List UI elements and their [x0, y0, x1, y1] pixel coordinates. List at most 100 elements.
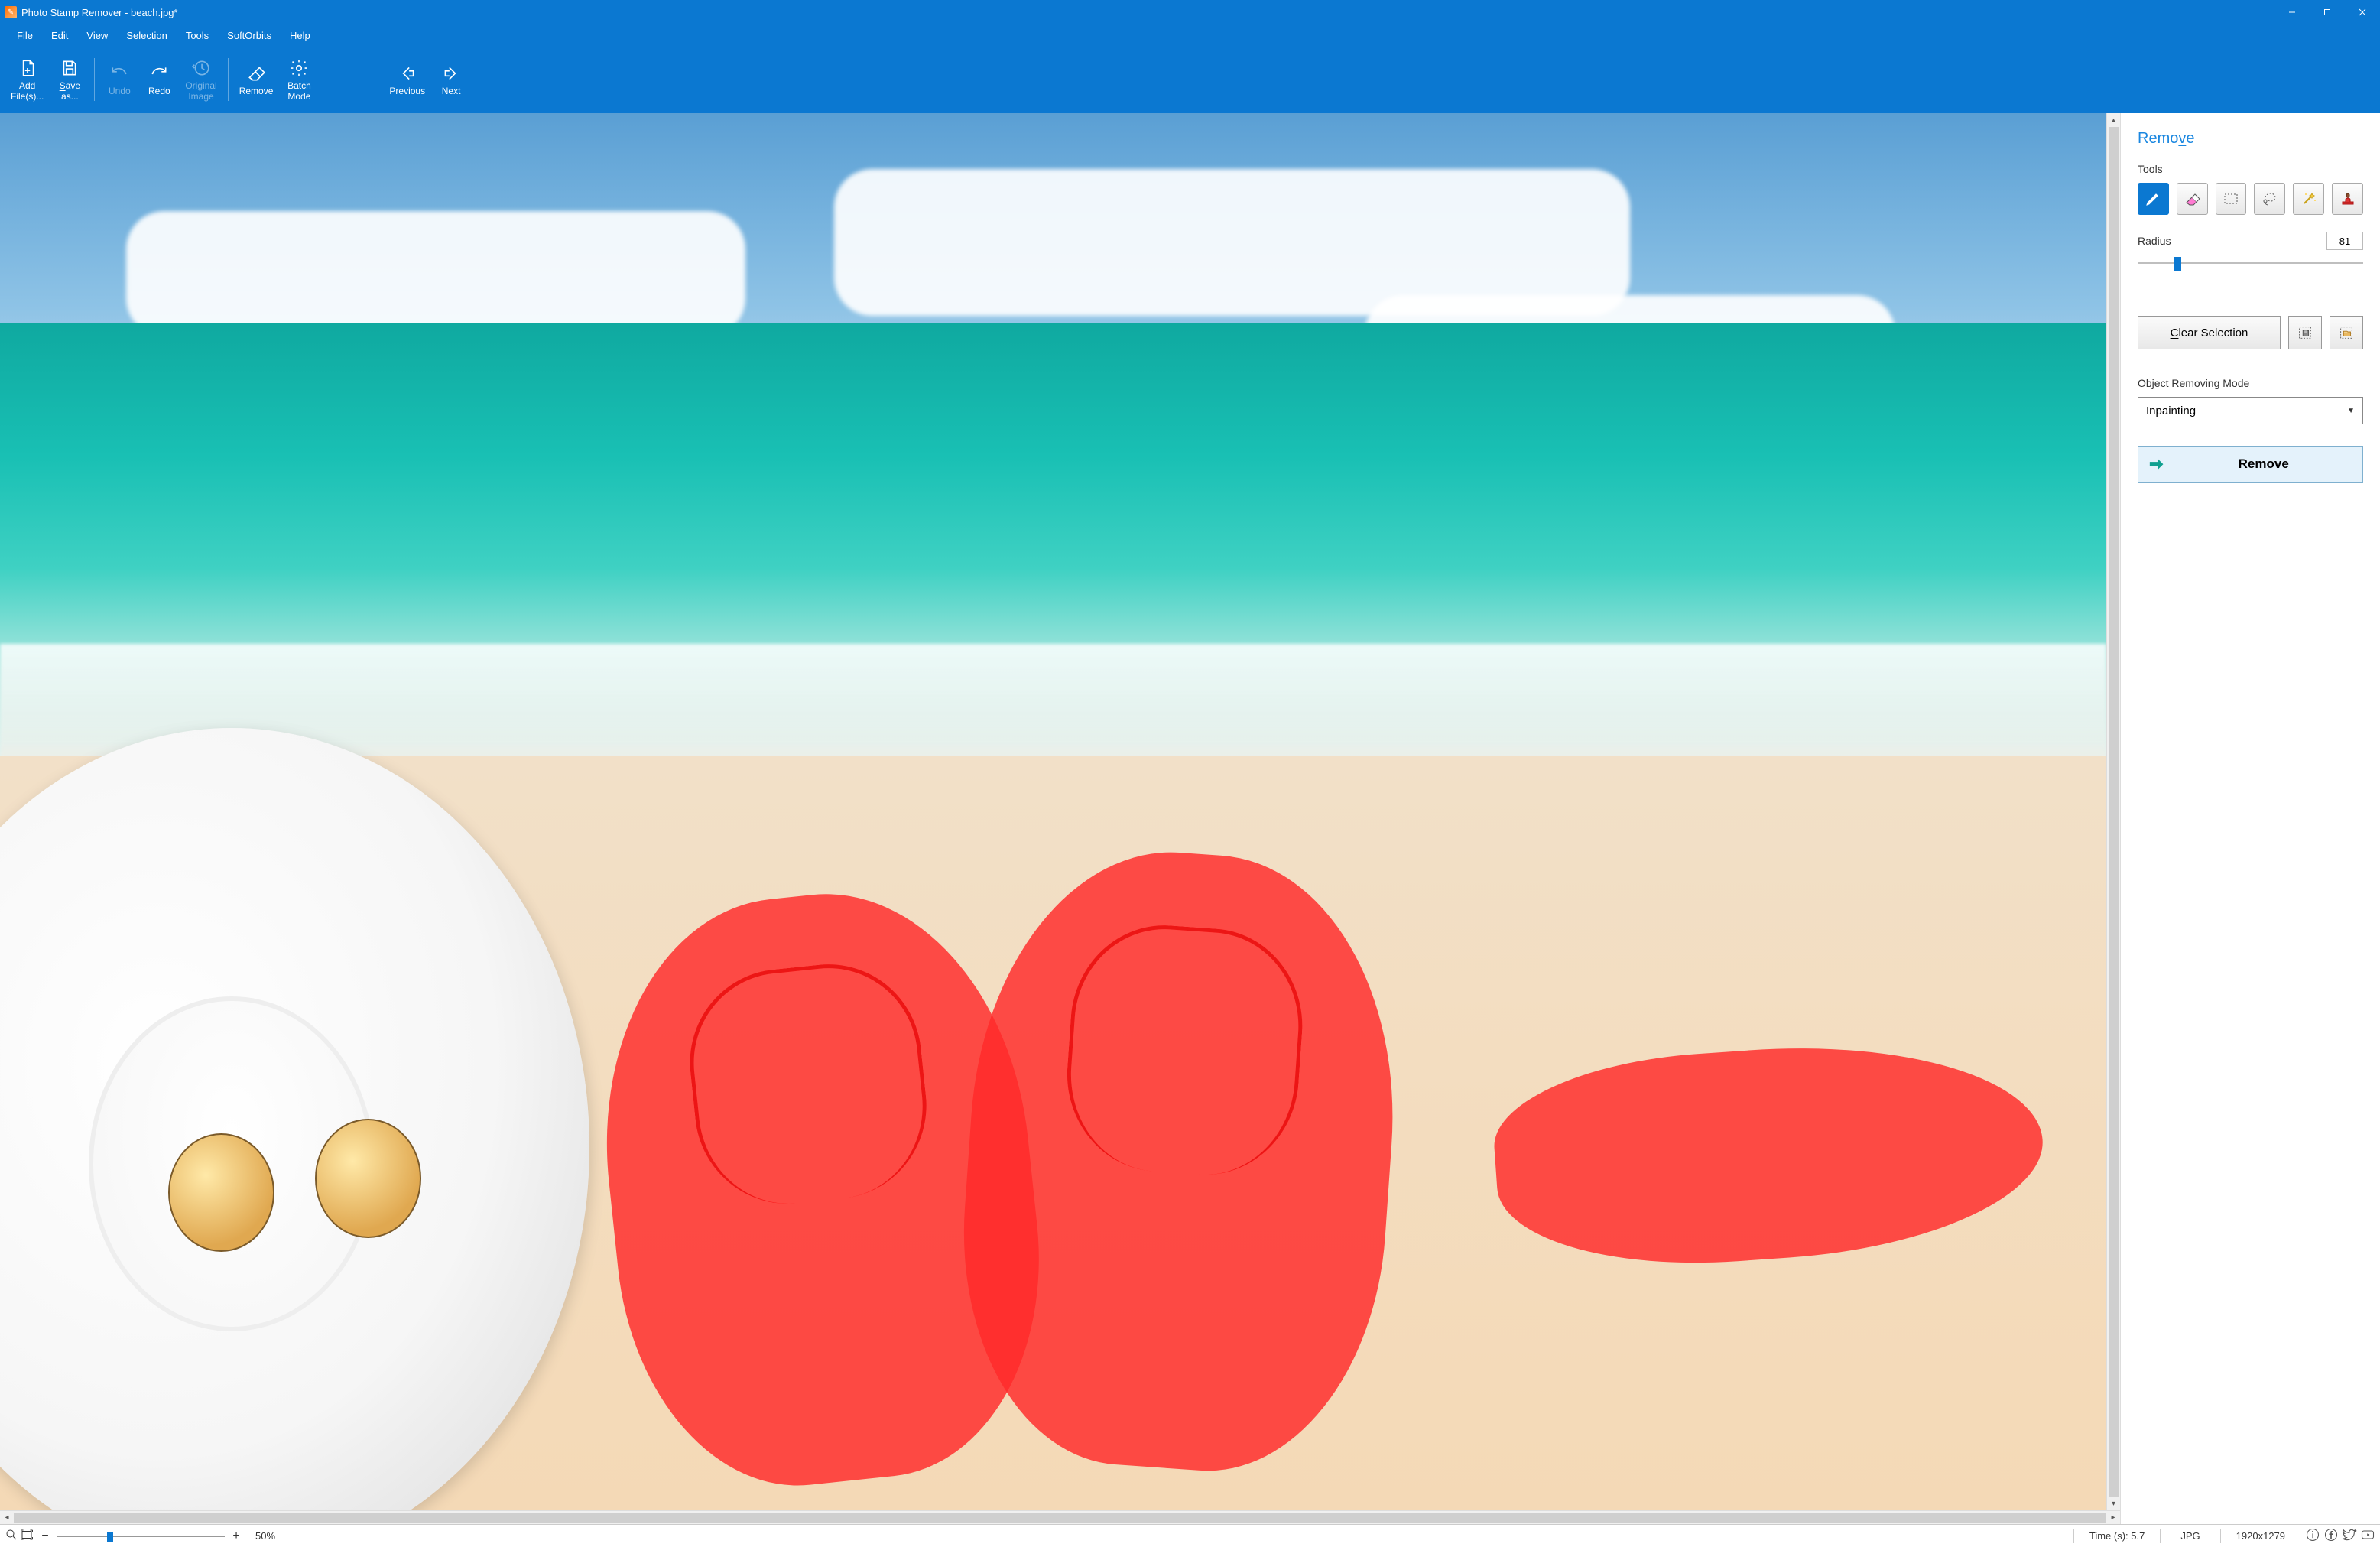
menu-softorbits[interactable]: SoftOrbits	[219, 28, 279, 44]
scroll-down-icon[interactable]: ▾	[2107, 1497, 2120, 1510]
next-button[interactable]: Next	[433, 49, 469, 110]
radius-label: Radius	[2138, 235, 2171, 247]
save-as-label: Saveas...	[60, 81, 80, 102]
scroll-up-icon[interactable]: ▴	[2107, 113, 2120, 127]
vscroll-track[interactable]	[2107, 127, 2120, 1497]
menu-selection[interactable]: Selection	[119, 28, 174, 44]
save-selection-icon	[2297, 324, 2313, 341]
format-label: JPG	[2165, 1530, 2215, 1542]
tool-lasso[interactable]	[2254, 183, 2285, 215]
scroll-left-icon[interactable]: ◂	[0, 1511, 14, 1524]
undo-button[interactable]: Undo	[101, 49, 138, 110]
original-image-label: Original Image	[185, 81, 216, 102]
toolbar: Add File(s)... Saveas... Undo Redo Origi…	[0, 46, 2380, 113]
rectangle-select-icon	[2222, 190, 2240, 208]
maximize-button[interactable]	[2310, 0, 2345, 24]
image-canvas[interactable]	[0, 113, 2106, 1510]
arrow-right-icon: ➡	[2149, 454, 2163, 474]
batch-mode-label: Batch Mode	[287, 81, 311, 102]
menu-file[interactable]: File	[9, 28, 41, 44]
zoom-tool-icon[interactable]	[5, 1528, 18, 1544]
lasso-icon	[2261, 190, 2279, 208]
toolbar-separator	[228, 58, 229, 101]
mode-value: Inpainting	[2146, 405, 2196, 418]
redo-icon	[149, 62, 169, 85]
hscroll-track[interactable]	[14, 1511, 2106, 1524]
menu-tools[interactable]: Tools	[178, 28, 216, 44]
time-label: Time (s): 5.7	[2079, 1530, 2155, 1542]
window-controls	[2274, 0, 2380, 24]
radius-slider-thumb[interactable]	[2174, 257, 2181, 271]
tool-rectangle[interactable]	[2216, 183, 2247, 215]
history-icon	[191, 57, 211, 80]
gear-icon	[289, 57, 309, 80]
save-selection-button[interactable]	[2288, 316, 2322, 349]
close-button[interactable]	[2345, 0, 2380, 24]
next-label: Next	[442, 86, 461, 97]
remove-label: Remove	[239, 86, 274, 97]
panel-heading: Remove	[2138, 130, 2363, 148]
tool-clone-stamp[interactable]	[2332, 183, 2363, 215]
tools-label: Tools	[2138, 163, 2363, 175]
info-icon[interactable]	[2305, 1527, 2320, 1545]
menu-help[interactable]: Help	[282, 28, 318, 44]
twitter-icon[interactable]	[2342, 1527, 2357, 1545]
status-bar: − + 50% Time (s): 5.7 JPG 1920x1279	[0, 1524, 2380, 1547]
original-image-button[interactable]: Original Image	[180, 49, 221, 110]
toolbar-separator	[94, 58, 95, 101]
tool-row	[2138, 183, 2363, 215]
arrow-right-icon	[441, 62, 461, 85]
tool-marker[interactable]	[2138, 183, 2169, 215]
canvas-row: ▴ ▾	[0, 113, 2120, 1510]
radius-slider-track	[2138, 262, 2363, 264]
horizontal-scrollbar[interactable]: ◂ ▸	[0, 1510, 2120, 1524]
mode-combobox[interactable]: Inpainting ▼	[2138, 397, 2363, 424]
undo-icon	[109, 62, 129, 85]
save-icon	[60, 57, 80, 80]
zoom-in-button[interactable]: +	[229, 1529, 243, 1543]
facebook-icon[interactable]	[2323, 1527, 2339, 1545]
window-title: Photo Stamp Remover - beach.jpg*	[21, 7, 2274, 18]
app-icon	[5, 6, 17, 18]
youtube-icon[interactable]	[2360, 1527, 2375, 1545]
load-selection-button[interactable]	[2330, 316, 2363, 349]
zoom-slider-thumb[interactable]	[107, 1532, 113, 1542]
tool-magic-wand[interactable]	[2293, 183, 2324, 215]
save-as-button[interactable]: Saveas...	[51, 49, 88, 110]
chevron-down-icon: ▼	[2347, 407, 2355, 415]
menu-edit[interactable]: Edit	[44, 28, 76, 44]
previous-button[interactable]: Previous	[385, 49, 430, 110]
zoom-slider-track	[57, 1536, 225, 1537]
redo-button[interactable]: Redo	[141, 49, 177, 110]
mode-label: Object Removing Mode	[2138, 377, 2363, 389]
title-bar: Photo Stamp Remover - beach.jpg*	[0, 0, 2380, 24]
social-links	[2305, 1527, 2375, 1545]
zoom-out-button[interactable]: −	[38, 1529, 52, 1543]
minimize-button[interactable]	[2274, 0, 2310, 24]
menu-view[interactable]: View	[79, 28, 115, 44]
hscroll-thumb[interactable]	[14, 1513, 2106, 1523]
magic-wand-icon	[2300, 190, 2318, 208]
radius-value[interactable]: 81	[2326, 232, 2363, 250]
dimensions-label: 1920x1279	[2226, 1530, 2296, 1542]
previous-label: Previous	[389, 86, 425, 97]
file-plus-icon	[18, 57, 37, 80]
add-files-label: Add File(s)...	[11, 81, 44, 102]
batch-mode-button[interactable]: Batch Mode	[281, 49, 317, 110]
fit-screen-icon[interactable]	[20, 1528, 34, 1544]
zoom-slider[interactable]	[57, 1529, 225, 1544]
remove-button[interactable]: Remove	[235, 49, 278, 110]
undo-label: Undo	[109, 86, 131, 97]
tool-eraser[interactable]	[2177, 183, 2208, 215]
clear-selection-button[interactable]: Clear Selection	[2138, 316, 2281, 349]
add-files-button[interactable]: Add File(s)...	[6, 49, 48, 110]
eraser-icon	[246, 62, 266, 85]
vscroll-thumb[interactable]	[2109, 127, 2119, 1497]
radius-slider[interactable]	[2138, 255, 2363, 270]
vertical-scrollbar[interactable]: ▴ ▾	[2106, 113, 2120, 1510]
panel-remove-button[interactable]: ➡ Remove	[2138, 446, 2363, 483]
sunglasses-object	[168, 1119, 421, 1259]
menu-bar: File Edit View Selection Tools SoftOrbit…	[0, 24, 2380, 46]
scroll-right-icon[interactable]: ▸	[2106, 1511, 2120, 1524]
marker-icon	[2144, 190, 2162, 208]
